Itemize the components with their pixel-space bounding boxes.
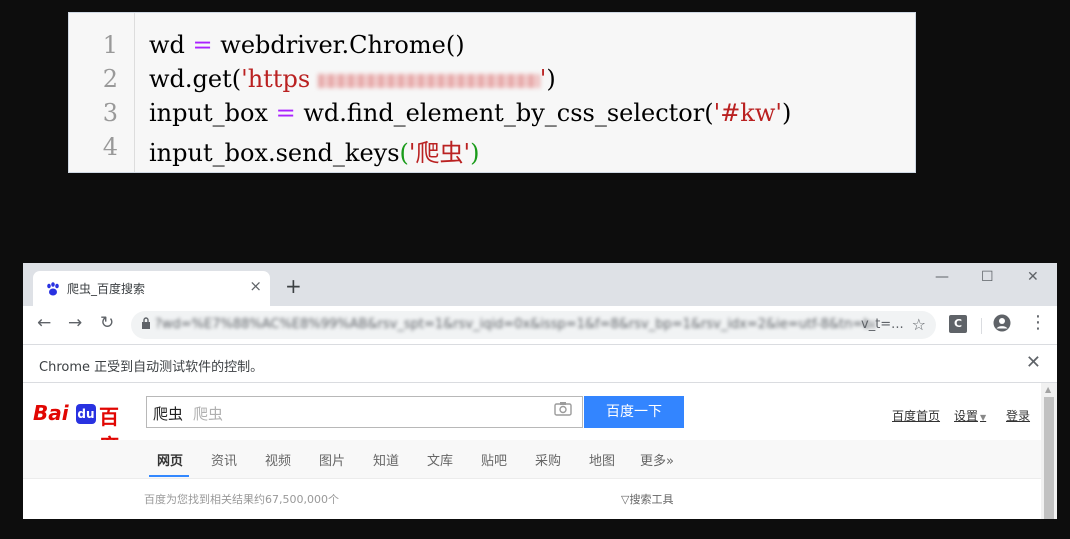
line-number-gutter: 1 2 3 4 xyxy=(69,13,135,172)
scroll-up-icon[interactable]: ▲ xyxy=(1045,385,1051,394)
tab-images[interactable]: 图片 xyxy=(319,450,345,469)
line-number: 2 xyxy=(102,65,118,93)
automation-infobar: Chrome 正受到自动测试软件的控制。 ✕ xyxy=(23,345,1057,383)
browser-toolbar: ← → ↻ ?wd=%E7%88%AC%E8%99%AB&rsv_spt=1&r… xyxy=(23,306,1057,345)
login-link[interactable]: 登录 xyxy=(1006,407,1030,424)
line-number: 3 xyxy=(102,99,118,127)
line-number: 1 xyxy=(102,31,118,59)
code-line: wd.get('https ') xyxy=(149,65,556,93)
page-scrollbar[interactable]: ▲ xyxy=(1041,383,1057,519)
operator: = xyxy=(192,31,213,59)
forward-icon[interactable]: → xyxy=(68,313,82,333)
chevron-down-icon: ▼ xyxy=(980,413,987,422)
profile-avatar-icon[interactable] xyxy=(993,314,1011,332)
tab-wenku[interactable]: 文库 xyxy=(427,450,453,469)
tab-map[interactable]: 地图 xyxy=(589,450,615,469)
scrollbar-thumb[interactable] xyxy=(1044,397,1054,519)
bookmark-star-icon[interactable]: ☆ xyxy=(912,315,926,334)
tab-caigou[interactable]: 采购 xyxy=(535,450,561,469)
tab-zhidao[interactable]: 知道 xyxy=(373,450,399,469)
search-query-text: 爬虫 xyxy=(153,405,184,423)
reload-icon[interactable]: ↻ xyxy=(100,313,114,333)
extension-icon[interactable]: C xyxy=(949,315,967,333)
active-tab-indicator xyxy=(149,475,189,477)
tab-strip: 爬虫_百度搜索 × + — ☐ ✕ xyxy=(23,263,1057,306)
camera-icon[interactable] xyxy=(554,401,572,417)
baidu-paw-icon xyxy=(47,282,59,296)
minimize-icon[interactable]: — xyxy=(935,269,949,285)
tab-news[interactable]: 资讯 xyxy=(211,450,237,469)
tab-tieba[interactable]: 贴吧 xyxy=(481,450,507,469)
chrome-menu-icon[interactable]: ⋮ xyxy=(1029,312,1047,333)
code-line: input_box.send_keys('爬虫') xyxy=(149,139,480,167)
code-line: input_box = wd.find_element_by_css_selec… xyxy=(149,99,792,127)
settings-link[interactable]: 设置 ▼ xyxy=(954,407,986,424)
lock-icon xyxy=(142,317,150,329)
baidu-home-link[interactable]: 百度首页 xyxy=(892,407,940,424)
tab-more[interactable]: 更多» xyxy=(640,450,674,469)
maximize-icon[interactable]: ☐ xyxy=(981,269,994,285)
close-window-icon[interactable]: ✕ xyxy=(1027,269,1039,285)
back-icon[interactable]: ← xyxy=(37,313,51,333)
tab-close-icon[interactable]: × xyxy=(249,277,262,295)
string-literal: '爬虫' xyxy=(408,139,471,167)
result-category-tabs: 网页 资讯 视频 图片 知道 文库 贴吧 采购 地图 更多» xyxy=(23,440,1041,479)
infobar-message: Chrome 正受到自动测试软件的控制。 xyxy=(39,360,264,375)
new-tab-button[interactable]: + xyxy=(285,274,302,298)
search-tools-button[interactable]: ▽搜索工具 xyxy=(621,491,673,507)
tab-webpage[interactable]: 网页 xyxy=(157,450,183,469)
chrome-window: 爬虫_百度搜索 × + — ☐ ✕ ← → ↻ ?wd=%E7%88%AC%E8… xyxy=(23,263,1057,519)
search-input[interactable]: 爬虫 爬虫 xyxy=(146,396,583,428)
string-literal: '#kw' xyxy=(713,99,782,127)
line-number: 4 xyxy=(102,133,118,161)
code-panel: 1 2 3 4 wd = webdriver.Chrome() wd.get('… xyxy=(68,12,916,173)
operator: = xyxy=(275,99,296,127)
tab-title: 爬虫_百度搜索 xyxy=(67,282,146,296)
browser-tab[interactable]: 爬虫_百度搜索 × xyxy=(33,271,270,306)
string-literal: 'https xyxy=(241,65,318,93)
address-bar[interactable]: ?wd=%E7%88%AC%E8%99%AB&rsv_spt=1&rsv_iqi… xyxy=(131,311,936,339)
code-line: wd = webdriver.Chrome() xyxy=(149,31,465,59)
search-suggestion-hint: 爬虫 xyxy=(193,405,224,423)
search-button[interactable]: 百度一下 xyxy=(584,396,684,428)
results-count: 百度为您找到相关结果约67,500,000个 xyxy=(144,493,339,506)
infobar-close-icon[interactable]: ✕ xyxy=(1026,352,1041,373)
tab-video[interactable]: 视频 xyxy=(265,450,291,469)
baidu-results-page: Bai du 百度 爬虫 爬虫 百度一下 百度首页 设置▼ 登录 网页 资讯 视… xyxy=(23,383,1041,519)
redacted-url xyxy=(317,73,540,88)
url-text: ?wd=%E7%88%AC%E8%99%AB&rsv_spt=1&rsv_iqi… xyxy=(155,317,875,332)
url-tail: v_t=... xyxy=(861,317,904,332)
toolbar-divider xyxy=(981,318,982,334)
